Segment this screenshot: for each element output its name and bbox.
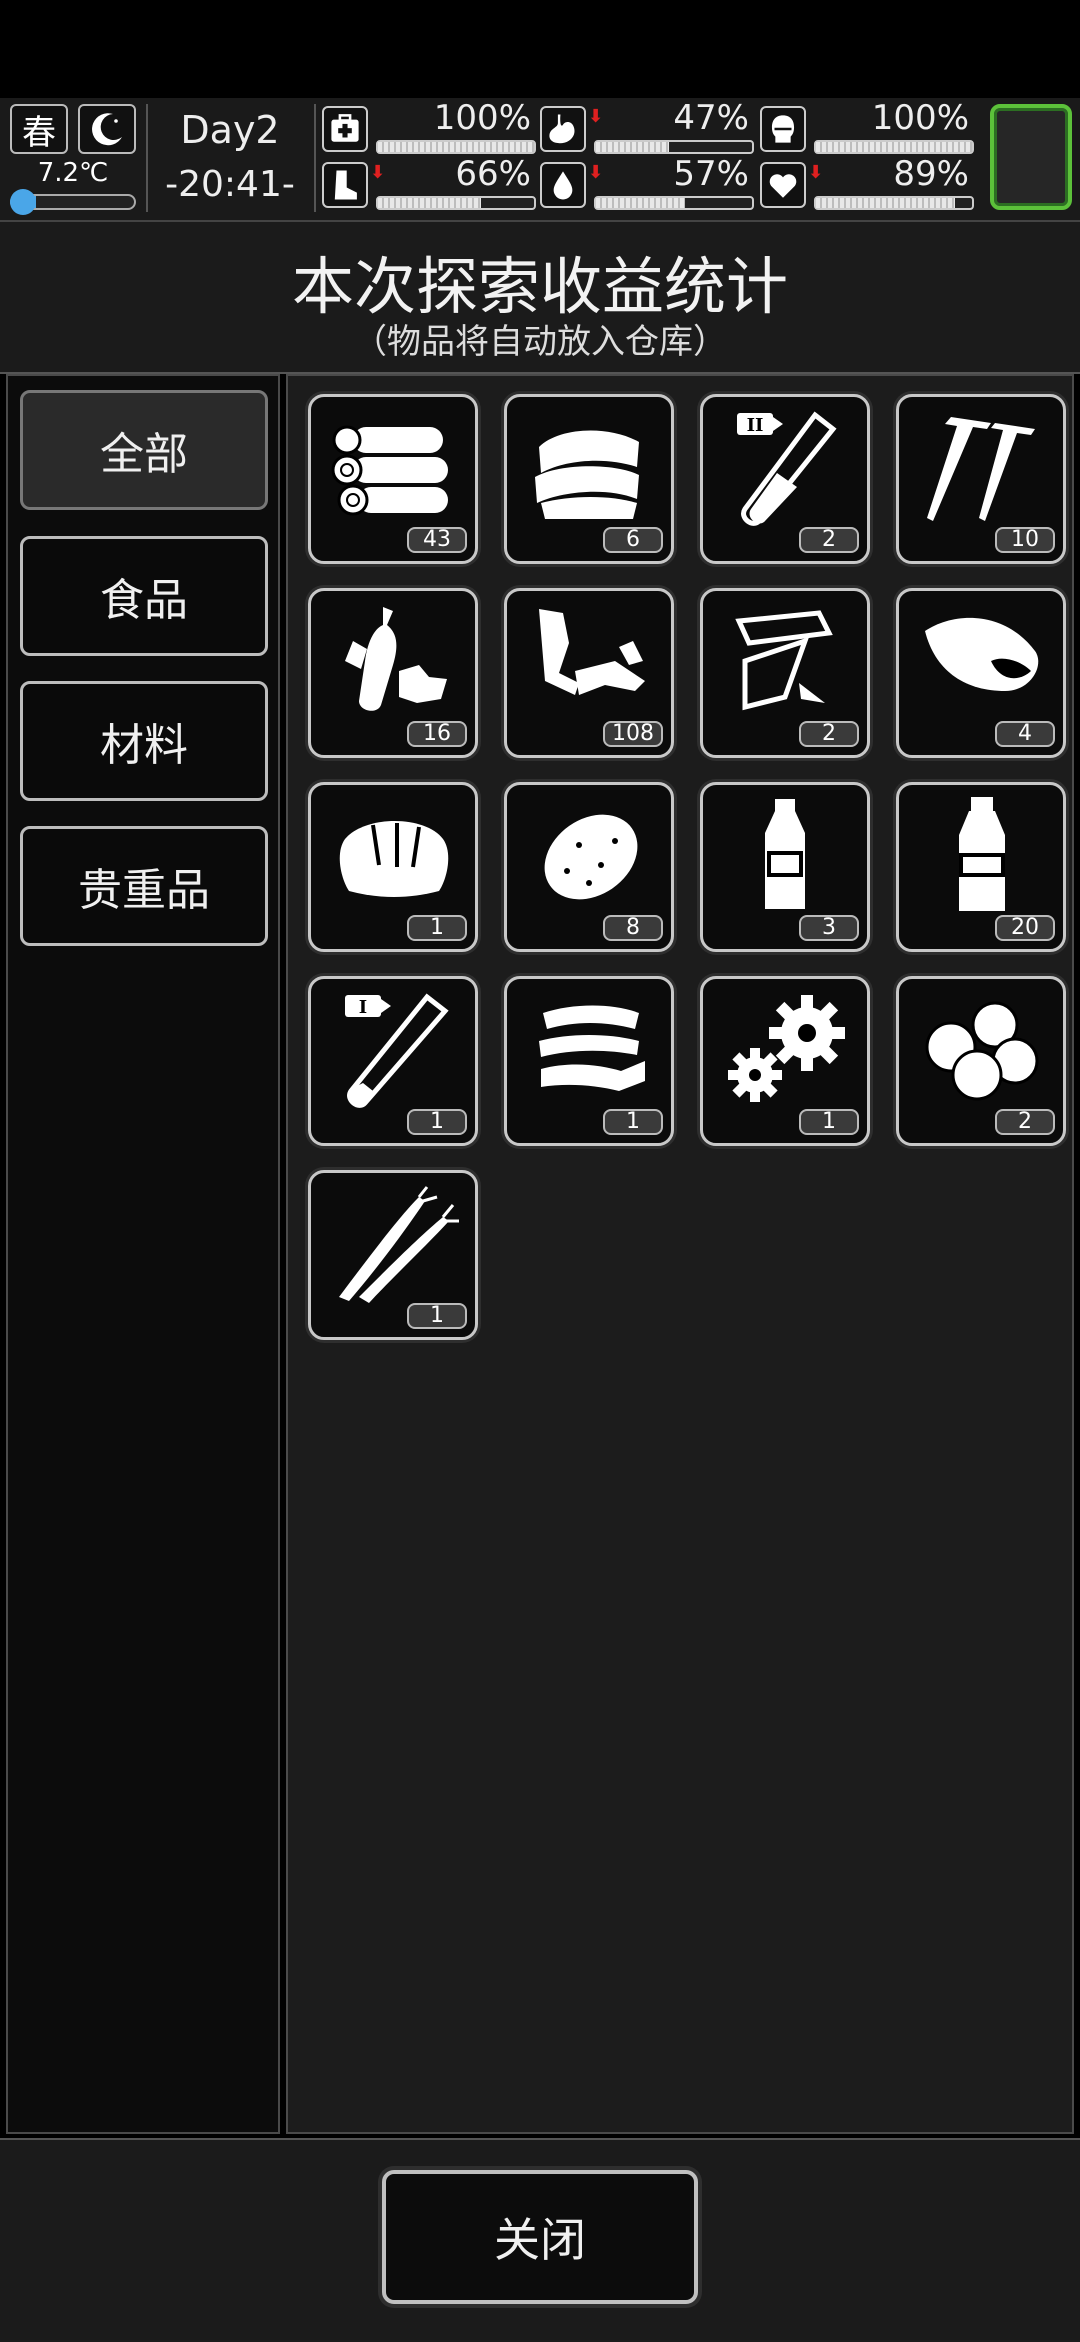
stat-bar xyxy=(814,196,974,210)
item-slot[interactable]: 43 xyxy=(308,394,478,564)
stat-mood: ⬇ 89% xyxy=(760,154,975,212)
item-count: 1 xyxy=(603,1109,663,1135)
stat-value: 66% xyxy=(455,154,531,194)
category-sidebar: 全部 食品 材料 贵重品 xyxy=(6,374,280,2134)
stat-bar-fill xyxy=(596,198,685,208)
item-count: 1 xyxy=(407,915,467,941)
stat-stamina: ⬇ 66% xyxy=(322,154,537,212)
decrease-arrow-icon: ⬇ xyxy=(370,162,386,183)
item-slot[interactable]: 1 xyxy=(308,782,478,952)
item-slot[interactable]: I1 xyxy=(308,976,478,1146)
item-count: 20 xyxy=(995,915,1055,941)
stat-health: 100% xyxy=(322,98,537,156)
item-slot[interactable]: 1 xyxy=(308,1170,478,1340)
title-panel: 本次探索收益统计 （物品将自动放入仓库） xyxy=(0,222,1080,374)
item-slot[interactable]: 108 xyxy=(504,588,674,758)
item-slot[interactable]: II 2 xyxy=(700,394,870,564)
item-slot[interactable]: 6 xyxy=(504,394,674,564)
item-count: 108 xyxy=(603,721,663,747)
item-count: 3 xyxy=(799,915,859,941)
top-black-strip xyxy=(0,0,1080,98)
stat-bar xyxy=(594,196,754,210)
clock-label: -20:41- xyxy=(165,164,295,205)
decrease-arrow-icon: ⬇ xyxy=(588,106,604,127)
svg-text:I: I xyxy=(359,997,367,1018)
stat-thirst: ⬇ 57% xyxy=(540,154,755,212)
page-title: 本次探索收益统计 xyxy=(291,250,788,323)
stat-bar-fill xyxy=(816,198,955,208)
first-aid-icon xyxy=(322,106,368,152)
item-count: 8 xyxy=(603,915,663,941)
moon-icon xyxy=(78,104,136,154)
item-slot[interactable]: 16 xyxy=(308,588,478,758)
item-count: 1 xyxy=(407,1303,467,1329)
stat-bar xyxy=(376,140,536,154)
item-slot[interactable]: 2 xyxy=(700,588,870,758)
stat-hunger: ⬇ 47% xyxy=(540,98,755,156)
page-subtitle: （物品将自动放入仓库） xyxy=(353,322,727,362)
stat-value: 89% xyxy=(893,154,969,194)
status-bar: 春 7.2℃ Day2 -20:41- 100% ⬇ 47% 100% ⬇ 66% ⬇ 57%… xyxy=(0,98,1080,222)
stat-bar-fill xyxy=(378,142,534,152)
tab-valuables[interactable]: 贵重品 xyxy=(20,826,268,946)
equipped-slot[interactable] xyxy=(990,104,1072,210)
head-icon xyxy=(760,106,806,152)
day-label: Day2 xyxy=(180,108,280,152)
item-count: 2 xyxy=(799,721,859,747)
stat-bar xyxy=(594,140,754,154)
item-count: 43 xyxy=(407,527,467,553)
item-count: 1 xyxy=(799,1109,859,1135)
item-count: 10 xyxy=(995,527,1055,553)
season-badge: 春 xyxy=(10,104,68,154)
item-count: 2 xyxy=(995,1109,1055,1135)
tab-materials[interactable]: 材料 xyxy=(20,681,268,801)
divider xyxy=(146,104,148,212)
stat-value: 47% xyxy=(673,98,749,138)
decrease-arrow-icon: ⬇ xyxy=(588,162,604,183)
tab-all[interactable]: 全部 xyxy=(20,390,268,510)
svg-text:II: II xyxy=(747,415,764,436)
divider xyxy=(314,104,316,212)
temperature-knob xyxy=(10,189,36,215)
heart-icon xyxy=(760,162,806,208)
stat-value: 57% xyxy=(673,154,749,194)
item-slot[interactable]: 1 xyxy=(700,976,870,1146)
item-count: 6 xyxy=(603,527,663,553)
decrease-arrow-icon: ⬇ xyxy=(808,162,824,183)
water-drop-icon xyxy=(540,162,586,208)
stat-value: 100% xyxy=(433,98,531,138)
close-button[interactable]: 关闭 xyxy=(382,2170,698,2304)
item-count: 2 xyxy=(799,527,859,553)
item-slot[interactable]: 20 xyxy=(896,782,1066,952)
stomach-icon xyxy=(540,106,586,152)
item-count: 1 xyxy=(407,1109,467,1135)
item-count: 16 xyxy=(407,721,467,747)
stat-bar xyxy=(376,196,536,210)
item-slot[interactable]: 8 xyxy=(504,782,674,952)
item-slot[interactable]: 4 xyxy=(896,588,1066,758)
item-grid: 43 6 II 2 10 16 108 2 4 1 8 3 20 I 1 1 1 2 1 xyxy=(286,374,1074,2134)
item-slot[interactable]: 2 xyxy=(896,976,1066,1146)
item-slot[interactable]: 3 xyxy=(700,782,870,952)
item-slot[interactable]: 1 xyxy=(504,976,674,1146)
stat-bar-fill xyxy=(378,198,481,208)
footer-panel: 关闭 xyxy=(0,2138,1080,2342)
tab-food[interactable]: 食品 xyxy=(20,536,268,656)
item-count: 4 xyxy=(995,721,1055,747)
stat-bar-fill xyxy=(816,142,972,152)
stat-bar xyxy=(814,140,974,154)
item-slot[interactable]: 10 xyxy=(896,394,1066,564)
stat-mental: 100% xyxy=(760,98,975,156)
stat-value: 100% xyxy=(871,98,969,138)
temperature-label: 7.2℃ xyxy=(37,158,109,188)
boot-icon xyxy=(322,162,368,208)
stat-bar-fill xyxy=(596,142,670,152)
